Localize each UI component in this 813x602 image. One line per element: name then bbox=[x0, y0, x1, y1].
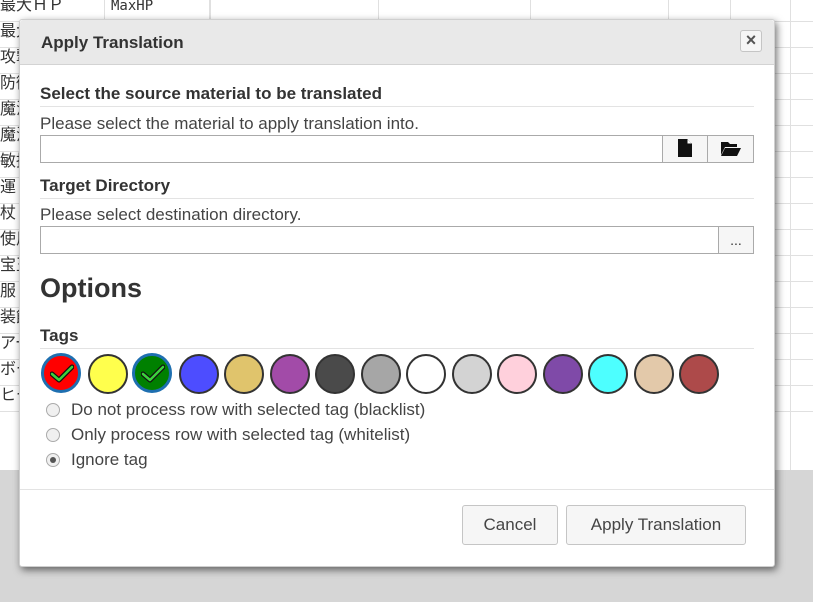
options-heading: Options bbox=[40, 273, 142, 303]
tag-mode-radio[interactable] bbox=[46, 428, 60, 442]
close-button[interactable]: × bbox=[740, 30, 762, 52]
tag-swatch[interactable] bbox=[132, 353, 172, 393]
source-path-input[interactable] bbox=[40, 135, 663, 163]
tag-mode-label: Only process row with selected tag (whit… bbox=[71, 425, 411, 444]
tag-swatch[interactable] bbox=[497, 354, 537, 394]
dialog-titlebar[interactable]: Apply Translation × bbox=[20, 20, 774, 65]
dialog-title: Apply Translation bbox=[41, 33, 184, 52]
target-directory-input[interactable] bbox=[40, 226, 719, 254]
cancel-button[interactable]: Cancel bbox=[462, 505, 558, 545]
footer-divider bbox=[20, 489, 774, 490]
tag-swatch[interactable] bbox=[224, 354, 264, 394]
apply-translation-dialog: Apply Translation × Select the source ma… bbox=[19, 19, 775, 567]
tag-swatch[interactable] bbox=[451, 354, 492, 394]
tag-swatch[interactable] bbox=[87, 354, 128, 394]
check-icon bbox=[50, 364, 74, 383]
tag-swatch[interactable] bbox=[406, 354, 446, 394]
folder-open-icon bbox=[720, 140, 741, 159]
select-folder-button[interactable] bbox=[707, 135, 754, 163]
tag-swatch[interactable] bbox=[679, 354, 719, 394]
tag-mode-radio[interactable] bbox=[46, 403, 60, 417]
tag-swatch[interactable] bbox=[269, 354, 310, 394]
target-description: Please select destination directory. bbox=[40, 205, 302, 224]
source-description: Please select the material to apply tran… bbox=[40, 114, 419, 133]
tags-heading: Tags bbox=[40, 326, 754, 349]
tag-swatch[interactable] bbox=[360, 354, 401, 394]
browse-directory-button[interactable]: ... bbox=[718, 226, 754, 254]
check-icon bbox=[141, 364, 165, 383]
tag-mode-label: Ignore tag bbox=[71, 450, 148, 469]
tag-swatch[interactable] bbox=[633, 354, 674, 394]
select-file-button[interactable] bbox=[662, 135, 708, 163]
source-heading: Select the source material to be transla… bbox=[40, 84, 754, 107]
tag-swatch[interactable] bbox=[542, 354, 583, 394]
apply-translation-button[interactable]: Apply Translation bbox=[566, 505, 746, 545]
tag-swatch[interactable] bbox=[41, 353, 81, 393]
close-icon: × bbox=[745, 30, 757, 50]
tag-mode-label: Do not process row with selected tag (bl… bbox=[71, 400, 426, 419]
tag-swatch[interactable] bbox=[588, 354, 628, 394]
tag-swatch[interactable] bbox=[178, 354, 219, 394]
tag-swatch[interactable] bbox=[315, 354, 355, 394]
tag-mode-radio[interactable] bbox=[46, 453, 60, 467]
target-heading: Target Directory bbox=[40, 176, 754, 199]
file-icon bbox=[678, 138, 692, 160]
